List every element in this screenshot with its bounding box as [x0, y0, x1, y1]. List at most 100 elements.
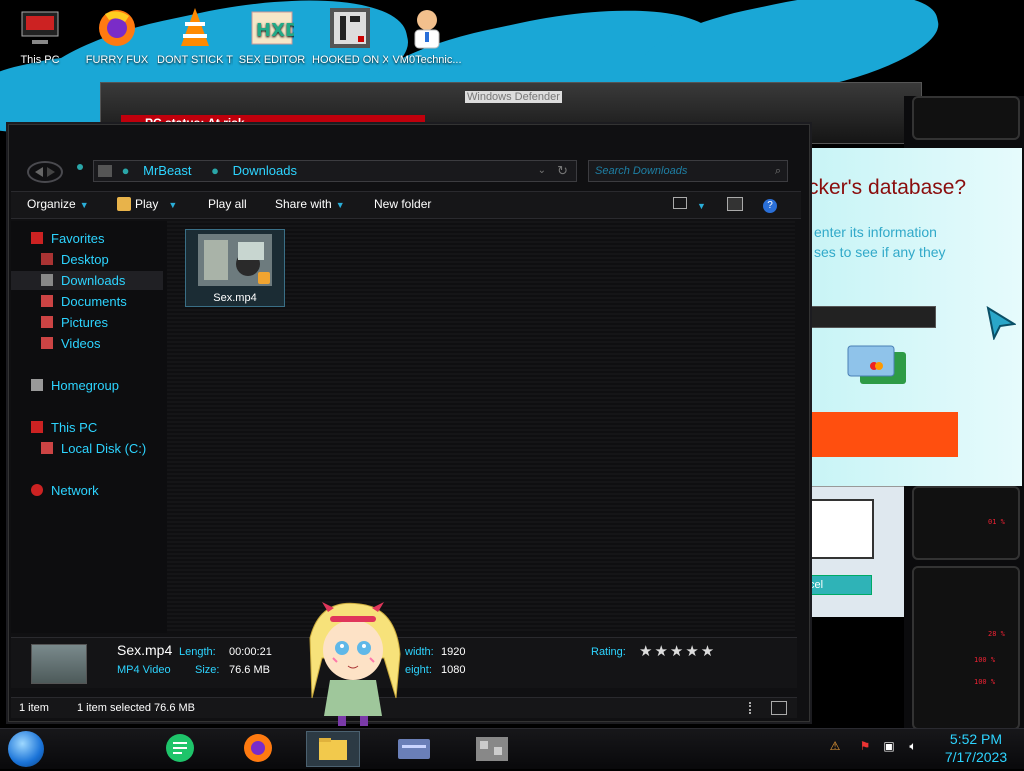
- dialog-text-line: enter its information: [814, 224, 937, 240]
- videos-icon: [41, 337, 53, 349]
- documents-icon: [41, 295, 53, 307]
- nav-this-pc[interactable]: This PC: [11, 418, 183, 437]
- new-folder-button[interactable]: New folder: [374, 197, 431, 211]
- navigation-pane: Favorites Desktop Downloads Documents Pi…: [11, 221, 167, 633]
- scam-dialog-window[interactable]: cker's database? enter its information s…: [808, 148, 1022, 486]
- xonix-game-icon: [328, 6, 372, 50]
- details-thumbnail: [31, 644, 87, 684]
- firefox-icon: [244, 734, 272, 762]
- play-label: Play: [135, 197, 159, 211]
- this-pc-icon: [31, 421, 43, 433]
- address-bar[interactable]: ● MrBeast ● Downloads ⌄ ↻: [93, 160, 577, 182]
- taskbar-firefox[interactable]: [232, 731, 284, 765]
- desktop-icon-vm0technician[interactable]: VM0Technic...: [389, 6, 465, 80]
- taskbar-clock[interactable]: 5:52 PM 7/17/2023: [936, 730, 1016, 766]
- nav-documents[interactable]: Documents: [11, 292, 193, 311]
- search-placeholder: Search Downloads: [595, 165, 688, 177]
- play-all-button[interactable]: Play all: [208, 197, 247, 211]
- refresh-icon[interactable]: ↻: [557, 161, 568, 181]
- pictures-icon: [41, 316, 53, 328]
- breadcrumb-downloads[interactable]: Downloads: [233, 163, 297, 178]
- file-explorer-window[interactable]: ● MrBeast ● Downloads ⌄ ↻ Search Downloa…: [8, 124, 810, 722]
- drive-icon: [41, 442, 53, 454]
- nav-downloads[interactable]: Downloads: [11, 271, 163, 290]
- card-input-field[interactable]: [808, 306, 936, 328]
- desktop-icon-furry-fux[interactable]: FURRY FUX: [79, 6, 155, 80]
- desktop-icon-hooked-on-xonix[interactable]: HOOKED ON XONIX: [312, 6, 388, 80]
- firefox-icon: [95, 6, 139, 50]
- play-button[interactable]: Play ▼: [117, 197, 177, 211]
- notes-app-icon: [166, 734, 194, 762]
- help-icon: ?: [763, 199, 777, 213]
- organize-button[interactable]: Organize ▼: [27, 197, 89, 211]
- nav-network[interactable]: Network: [11, 481, 183, 500]
- hud-panel: 01 %: [912, 486, 1020, 560]
- organize-label: Organize: [27, 197, 76, 211]
- nav-desktop[interactable]: Desktop: [11, 250, 193, 269]
- length-value: 00:00:21: [229, 646, 272, 658]
- breadcrumb-mrbeast[interactable]: MrBeast: [143, 163, 191, 178]
- desktop-icon-dont-stick[interactable]: DONT STICK THIS IN YO...: [157, 6, 233, 80]
- hud-readout: 100 %: [974, 678, 996, 686]
- nav-label: This PC: [51, 420, 98, 435]
- height-value: 1080: [441, 664, 466, 676]
- desktop-icon-sex-editor[interactable]: HXD SEX EDITOR: [234, 6, 310, 80]
- cursor-arrow-icon: [986, 306, 1016, 340]
- breadcrumb-separator: ●: [211, 163, 219, 178]
- preview-pane-button[interactable]: [727, 197, 743, 214]
- nav-label: Desktop: [61, 252, 109, 267]
- desktop-icon-label: SEX EDITOR: [238, 54, 306, 66]
- id-card-icon: [398, 739, 430, 759]
- action-center-flag-icon[interactable]: ⚑: [858, 739, 872, 753]
- preview-pane-icon: [727, 197, 743, 211]
- large-icons-view-icon[interactable]: [771, 701, 787, 715]
- taskbar-xonix[interactable]: [466, 731, 518, 765]
- taskbar: ⚠ ⚑ ▣ 🔈︎ 5:52 PM 7/17/2023: [0, 728, 1024, 769]
- view-icon: [673, 197, 687, 209]
- star-butterfly-sticker: [300, 598, 406, 728]
- network-tray-icon[interactable]: ▣: [882, 739, 896, 753]
- start-button[interactable]: [8, 731, 44, 767]
- taskbar-file-explorer[interactable]: [306, 731, 360, 767]
- taskbar-notes-app[interactable]: [154, 731, 206, 765]
- nav-label: Favorites: [51, 231, 105, 246]
- tray-app-icon[interactable]: ⚠: [828, 739, 842, 753]
- nav-pictures[interactable]: Pictures: [11, 313, 193, 332]
- file-list[interactable]: Sex.mp4: [167, 221, 795, 633]
- search-input[interactable]: Search Downloads ⌕: [588, 160, 788, 182]
- nav-local-disk[interactable]: Local Disk (C:): [11, 439, 193, 458]
- details-view-icon[interactable]: [749, 702, 753, 714]
- item-count: 1 item: [19, 702, 49, 714]
- dialog-textbox[interactable]: [808, 499, 874, 559]
- chevron-down-icon[interactable]: ⌄: [538, 161, 546, 181]
- nav-label: Homegroup: [51, 378, 119, 393]
- file-item[interactable]: Sex.mp4: [185, 229, 285, 307]
- secondary-dialog[interactable]: cel: [808, 486, 904, 617]
- this-pc-icon: [18, 6, 62, 50]
- volume-icon[interactable]: 🔈︎: [906, 739, 920, 753]
- desktop-icon-label: This PC: [20, 54, 60, 66]
- share-with-label: Share with: [275, 197, 332, 211]
- change-view-button[interactable]: ▼: [673, 197, 706, 212]
- nav-videos[interactable]: Videos: [11, 334, 193, 353]
- play-icon: [117, 197, 131, 211]
- back-button[interactable]: [27, 161, 63, 183]
- cancel-button[interactable]: cel: [808, 575, 872, 595]
- vlc-icon: [173, 6, 217, 50]
- desktop-icon-label: HOOKED ON XONIX: [312, 54, 388, 66]
- play-badge-icon: [258, 272, 270, 284]
- nav-homegroup[interactable]: Homegroup: [11, 376, 183, 395]
- nav-favorites[interactable]: Favorites: [11, 229, 183, 248]
- nav-label: Pictures: [61, 315, 108, 330]
- hxd-editor-icon: HXD: [250, 6, 300, 50]
- desktop-icon: [41, 253, 53, 265]
- rating-stars[interactable]: ★★★★★: [639, 642, 716, 660]
- share-with-button[interactable]: Share with ▼: [275, 197, 345, 211]
- video-thumbnail: [198, 234, 272, 286]
- submit-button[interactable]: [808, 412, 958, 457]
- search-icon[interactable]: ⌕: [775, 161, 781, 181]
- desktop-icon-this-pc[interactable]: This PC: [2, 6, 78, 80]
- taskbar-scam-app[interactable]: [388, 731, 440, 765]
- height-label: eight:: [405, 664, 432, 676]
- help-button[interactable]: ?: [763, 197, 777, 213]
